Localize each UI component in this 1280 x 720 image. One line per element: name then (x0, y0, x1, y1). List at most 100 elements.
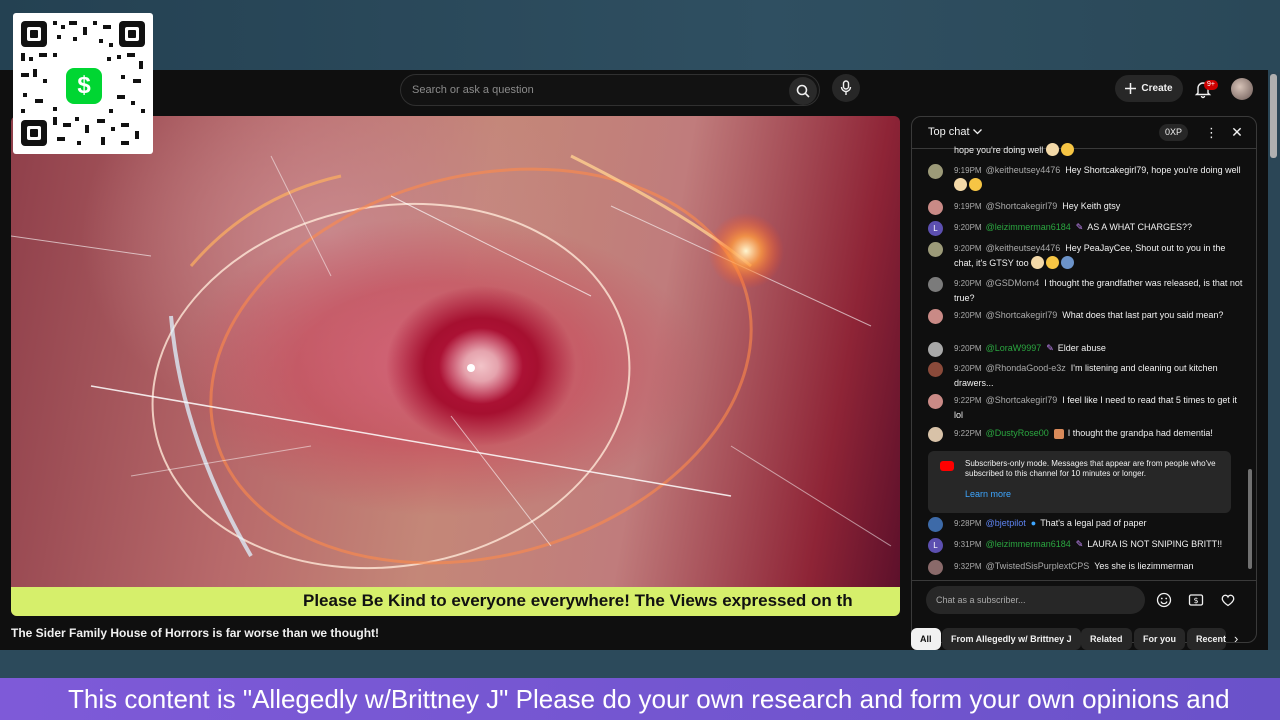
chat-message: L 9:31PM @leizimmerman6184 ✎ LAURA IS NOT S… (928, 537, 1246, 553)
message-text: hope you're doing well (954, 145, 1044, 155)
user-avatar[interactable] (928, 164, 943, 179)
message-author[interactable]: @leizimmerman6184 (986, 539, 1071, 549)
message-time: 9:22PM (954, 396, 982, 405)
desktop-background-bottom (0, 650, 1280, 678)
emoji-picker-button[interactable] (1155, 591, 1173, 609)
page-scrollbar[interactable] (1270, 74, 1277, 158)
chip-label: From Allegedly w/ Brittney J (951, 634, 1072, 644)
user-avatar[interactable] (928, 200, 943, 215)
ticker-text: Please Be Kind to everyone everywhere! T… (303, 591, 853, 610)
message-author[interactable]: @Shortcakegirl79 (986, 201, 1058, 211)
user-avatar[interactable] (928, 309, 943, 324)
member-badge-icon: ✎ (1075, 539, 1084, 549)
chat-message: 9:20PM @Shortcakegirl79 What does that las… (928, 308, 1246, 324)
user-avatar[interactable]: L (928, 221, 943, 236)
user-avatar[interactable]: L (928, 538, 943, 553)
microphone-icon (840, 80, 852, 95)
message-text: What does that last part you said mean? (1062, 310, 1224, 320)
user-avatar[interactable] (928, 342, 943, 357)
search-input[interactable]: Search or ask a question (412, 84, 534, 96)
video-frame-art (11, 154, 892, 570)
video-title: The Sider Family House of Horrors is far… (11, 626, 380, 640)
chat-message: 9:20PM @GSDMom4 I thought the grandfather … (928, 276, 1246, 305)
chat-more-options-icon[interactable]: ⋮ (1205, 125, 1218, 141)
disclaimer-banner: This content is "Allegedly w/Brittney J"… (0, 678, 1280, 720)
chat-close-icon[interactable]: ✕ (1229, 124, 1245, 140)
chevron-right-icon[interactable]: › (1234, 631, 1248, 647)
message-time: 9:20PM (954, 244, 982, 253)
user-avatar[interactable] (928, 517, 943, 532)
message-time: 9:32PM (954, 562, 982, 571)
voice-search-button[interactable] (832, 74, 860, 102)
message-text: AS A WHAT CHARGES?? (1087, 222, 1192, 232)
disclaimer-text: This content is "Allegedly w/Brittney J"… (68, 684, 1230, 714)
chat-message: L 9:20PM @leizimmerman6184 ✎ AS A WHAT CHAR… (928, 220, 1246, 236)
user-avatar[interactable] (928, 362, 943, 377)
create-button[interactable]: Create (1115, 75, 1183, 102)
search-button[interactable] (789, 77, 817, 105)
message-author[interactable]: @Shortcakegirl79 (986, 395, 1058, 405)
verified-badge-icon: ● (1030, 518, 1037, 528)
chat-message: 9:28PM @bjetpilot ● That's a legal pad of p… (928, 516, 1246, 532)
chat-message: 9:32PM @TwistedSisPurplextCPS Yes she is l… (928, 559, 1246, 575)
plus-icon (1125, 83, 1137, 94)
message-author[interactable]: @LoraW9997 (986, 343, 1042, 353)
search-box[interactable]: Search or ask a question (400, 74, 820, 106)
chat-message-partial: hope you're doing well (928, 143, 1246, 157)
chip-label: Related (1090, 634, 1123, 644)
chat-message: 9:22PM @Shortcakegirl79 I feel like I need… (928, 393, 1246, 422)
heart-reaction-button[interactable] (1219, 591, 1237, 609)
cashapp-logo: $ (66, 68, 102, 104)
ticker-banner: Please Be Kind to everyone everywhere! T… (11, 587, 900, 616)
message-author[interactable]: @TwistedSisPurplextCPS (986, 561, 1090, 571)
super-chat-button[interactable]: $ (1187, 591, 1205, 609)
user-avatar[interactable] (928, 277, 943, 292)
message-author[interactable]: @GSDMom4 (986, 278, 1040, 288)
chat-message: 9:19PM @Shortcakegirl79 Hey Keith gtsy (928, 199, 1246, 215)
user-avatar[interactable] (928, 394, 943, 409)
chevron-down-icon (972, 129, 982, 135)
chat-mode-dropdown[interactable]: Top chat (928, 126, 982, 138)
chat-message: 9:20PM @LoraW9997 ✎ Elder abuse (928, 341, 1246, 357)
member-badge-icon: ✎ (1046, 343, 1054, 353)
message-text: Yes she is liezimmerman (1094, 561, 1194, 571)
smile-emoji-icon (969, 178, 982, 191)
youtube-window: Search or ask a question Create 9+ Pleas… (0, 70, 1268, 650)
message-author[interactable]: @keitheutsey4476 (986, 165, 1061, 175)
chat-scrollbar[interactable] (1248, 469, 1252, 569)
chip-from-channel[interactable]: From Allegedly w/ Brittney J (942, 628, 1081, 650)
message-author[interactable]: @keitheutsey4476 (986, 243, 1061, 253)
message-author[interactable]: @DustyRose00 (986, 428, 1049, 438)
wave-emoji-icon (1045, 143, 1059, 156)
video-player[interactable] (11, 116, 900, 616)
chip-all[interactable]: All (911, 628, 941, 650)
message-author[interactable]: @Shortcakegirl79 (986, 310, 1058, 320)
youtube-icon (940, 461, 954, 471)
chat-input[interactable]: Chat as a subscriber... (926, 586, 1145, 614)
smile-emoji-icon (1060, 143, 1074, 156)
heart-icon (1221, 594, 1235, 607)
xp-label: 0XP (1165, 127, 1183, 137)
chip-related[interactable]: Related (1081, 628, 1132, 650)
xp-badge[interactable]: 0XP (1159, 124, 1189, 141)
create-label: Create (1141, 83, 1173, 94)
chat-message: 9:20PM @keitheutsey4476 Hey PeaJayCee, Sho… (928, 241, 1246, 270)
message-author[interactable]: @leizimmerman6184 (986, 222, 1071, 232)
user-avatar[interactable] (928, 560, 943, 575)
emoji-icon (1156, 592, 1172, 608)
message-author[interactable]: @bjetpilot (986, 518, 1026, 528)
chip-label: Recent (1196, 634, 1226, 644)
learn-more-link[interactable]: Learn more (965, 489, 1011, 499)
live-chat-panel: Top chat 0XP ⋮ ✕ hope you're doing well … (911, 116, 1257, 643)
subscribers-only-notice: Subscribers-only mode. Messages that app… (928, 451, 1231, 513)
message-author[interactable]: @RhondaGood-e3z (986, 363, 1066, 373)
user-avatar[interactable] (928, 427, 943, 442)
message-time: 9:22PM (954, 429, 982, 438)
user-avatar[interactable] (928, 242, 943, 257)
chip-recent[interactable]: Recent (1187, 628, 1226, 650)
message-text: Hey Shortcakegirl79, hope you're doing w… (1065, 165, 1241, 175)
account-avatar[interactable] (1231, 78, 1253, 100)
chip-for-you[interactable]: For you (1134, 628, 1185, 650)
chip-label: All (920, 634, 932, 644)
wave-emoji-icon (1031, 256, 1045, 269)
